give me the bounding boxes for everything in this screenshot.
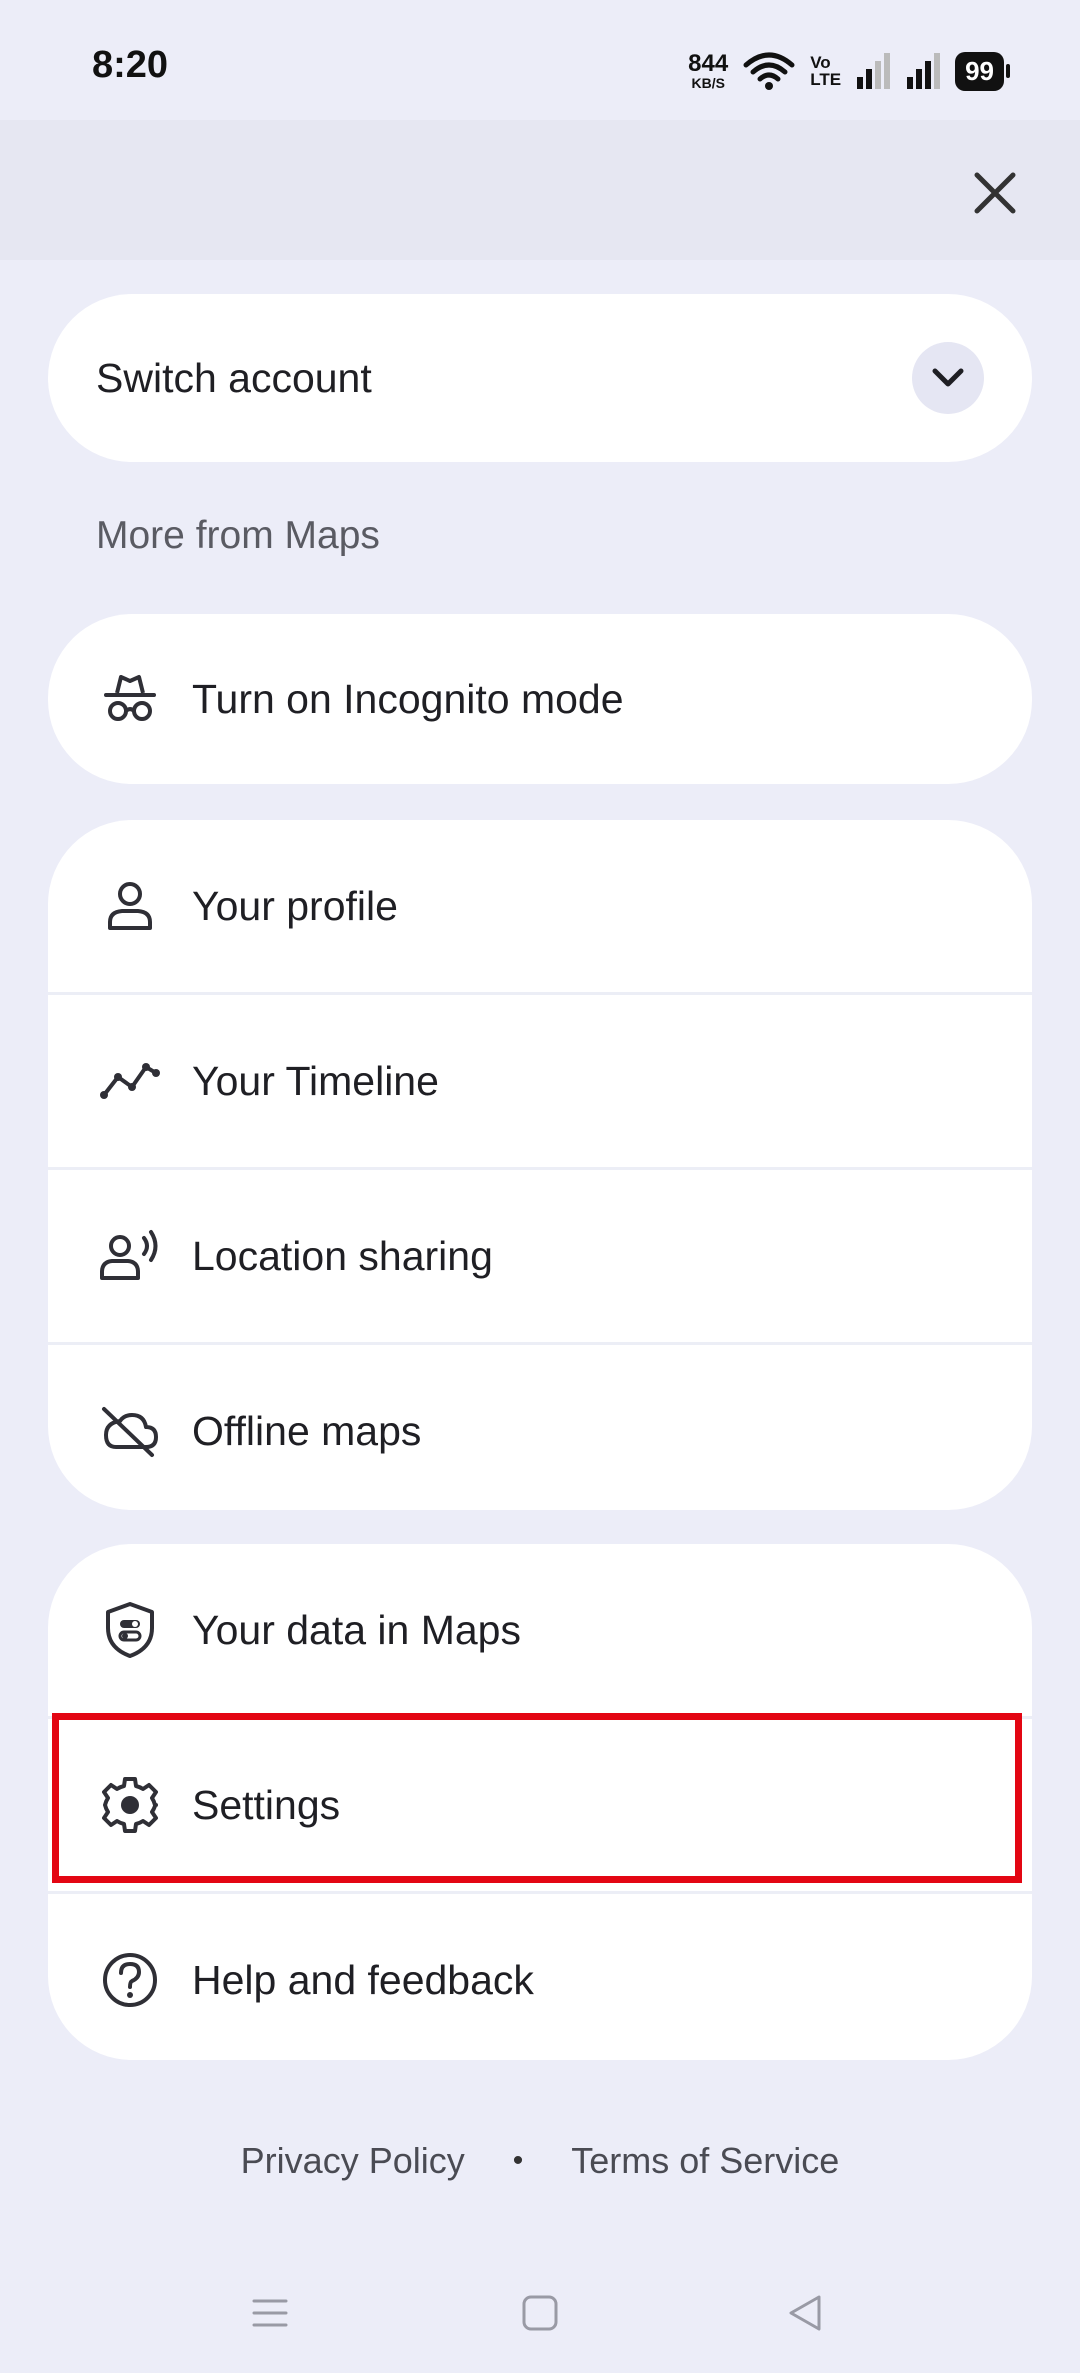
wifi-icon bbox=[742, 51, 796, 91]
menu-item-settings[interactable]: Settings bbox=[48, 1716, 1032, 1891]
expand-accounts-button[interactable] bbox=[912, 342, 984, 414]
signal-icon bbox=[855, 53, 891, 89]
switch-account-card[interactable]: Switch account bbox=[48, 294, 1032, 462]
status-time: 8:20 bbox=[92, 44, 169, 86]
network-speed-value: 844 bbox=[688, 50, 729, 77]
signal-icon-2 bbox=[905, 53, 941, 89]
recents-button[interactable] bbox=[245, 2288, 295, 2338]
menu-item-offline-maps[interactable]: Offline maps bbox=[48, 1342, 1032, 1510]
home-button[interactable] bbox=[515, 2288, 565, 2338]
incognito-card: Turn on Incognito mode bbox=[48, 614, 1032, 784]
shield-data-icon bbox=[98, 1598, 162, 1662]
timeline-icon bbox=[98, 1049, 162, 1113]
network-speed: 844 KB/S bbox=[688, 50, 729, 91]
chevron-down-icon bbox=[931, 367, 965, 389]
home-square-icon bbox=[520, 2293, 560, 2333]
status-bar: 8:20 844 KB/S Vo LTE 99 bbox=[0, 0, 1080, 140]
location-sharing-icon bbox=[98, 1224, 162, 1288]
menu-item-your-data[interactable]: Your data in Maps bbox=[48, 1544, 1032, 1716]
section-title: More from Maps bbox=[96, 514, 380, 557]
switch-account-label: Switch account bbox=[96, 354, 372, 401]
close-button[interactable] bbox=[960, 158, 1030, 228]
back-button[interactable] bbox=[780, 2288, 830, 2338]
system-nav-bar bbox=[0, 2270, 1080, 2350]
gear-icon bbox=[98, 1773, 162, 1837]
menu-item-label: Your profile bbox=[192, 882, 398, 929]
menu-item-label: Your Timeline bbox=[192, 1057, 439, 1104]
volte-bottom: LTE bbox=[810, 70, 842, 89]
menu-item-help-feedback[interactable]: Help and feedback bbox=[48, 1891, 1032, 2060]
terms-of-service-link[interactable]: Terms of Service bbox=[571, 2140, 839, 2182]
back-triangle-icon bbox=[785, 2293, 825, 2333]
status-icons: 844 KB/S Vo LTE 99 bbox=[688, 48, 1010, 94]
footer-separator: • bbox=[512, 2144, 524, 2177]
help-icon bbox=[98, 1948, 162, 2012]
close-icon bbox=[972, 170, 1018, 216]
cloud-off-icon bbox=[98, 1399, 162, 1463]
header-band bbox=[0, 120, 1080, 260]
incognito-icon bbox=[98, 667, 162, 731]
menu-item-label: Turn on Incognito mode bbox=[192, 675, 624, 722]
menu-icon bbox=[250, 2293, 290, 2333]
menu-item-location-sharing[interactable]: Location sharing bbox=[48, 1167, 1032, 1342]
menu-item-label: Help and feedback bbox=[192, 1956, 534, 2003]
menu-item-your-profile[interactable]: Your profile bbox=[48, 820, 1032, 992]
menu-item-label: Location sharing bbox=[192, 1232, 493, 1279]
volte-indicator: Vo LTE bbox=[810, 54, 841, 88]
volte-top: Vo bbox=[810, 53, 831, 72]
menu-group-settings: Your data in Maps Settings Help and feed… bbox=[48, 1544, 1032, 2060]
menu-item-label: Your data in Maps bbox=[192, 1606, 521, 1653]
privacy-policy-link[interactable]: Privacy Policy bbox=[241, 2140, 465, 2182]
footer-links: Privacy Policy • Terms of Service bbox=[0, 2140, 1080, 2182]
person-icon bbox=[98, 874, 162, 938]
menu-item-incognito[interactable]: Turn on Incognito mode bbox=[48, 614, 1032, 784]
menu-item-label: Offline maps bbox=[192, 1407, 422, 1454]
network-speed-unit: KB/S bbox=[691, 75, 725, 91]
menu-item-label: Settings bbox=[192, 1781, 341, 1828]
menu-group-account: Your profile Your Timeline Location shar… bbox=[48, 820, 1032, 1510]
battery-indicator: 99 bbox=[955, 51, 1010, 91]
menu-item-your-timeline[interactable]: Your Timeline bbox=[48, 992, 1032, 1167]
